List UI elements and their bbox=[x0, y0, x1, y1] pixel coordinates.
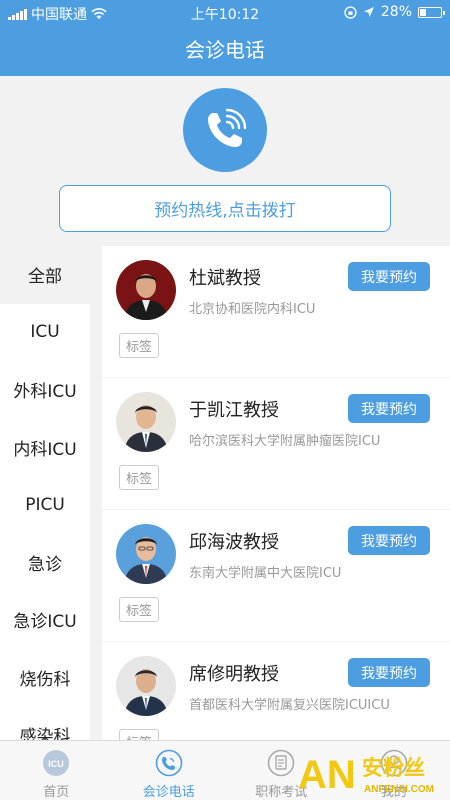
battery-icon bbox=[418, 6, 445, 18]
doctor-name: 杜斌教授 bbox=[189, 268, 261, 289]
doctor-hospital: 北京协和医院内科ICU bbox=[189, 302, 316, 317]
call-button[interactable] bbox=[183, 88, 267, 172]
category-label: PICU bbox=[25, 494, 65, 515]
category-icu[interactable]: ICU bbox=[0, 303, 90, 361]
doctor-hospital: 东南大学附属中大医院ICU bbox=[189, 566, 342, 581]
category-label: 急诊 bbox=[28, 554, 62, 575]
svg-text:安粉丝: 安粉丝 bbox=[362, 756, 425, 780]
doctor-avatar bbox=[116, 656, 176, 716]
reserve-button[interactable]: 我要预约 bbox=[348, 658, 430, 687]
hotline-button[interactable]: 预约热线,点击拨打 bbox=[59, 185, 391, 232]
doctor-card[interactable]: 于凯江教授 哈尔滨医科大学附属肿瘤医院ICU 我要预约 标签 bbox=[102, 378, 450, 509]
category-label: ICU bbox=[30, 322, 60, 343]
reserve-button[interactable]: 我要预约 bbox=[348, 394, 430, 423]
phone-icon bbox=[155, 749, 183, 777]
tab-label: 会诊电话 bbox=[142, 785, 195, 800]
reserve-button[interactable]: 我要预约 bbox=[348, 262, 430, 291]
anfensi-watermark-logo: AN 安粉丝 ANFENSI.COM bbox=[298, 753, 434, 797]
reserve-button[interactable]: 我要预约 bbox=[348, 526, 430, 555]
doctor-tag: 标签 bbox=[119, 729, 160, 740]
tab-consult-phone[interactable]: 会诊电话 bbox=[113, 741, 226, 800]
hotline-section: 预约热线,点击拨打 bbox=[0, 76, 450, 246]
category-label: 外科ICU bbox=[13, 382, 77, 403]
doctor-avatar bbox=[116, 260, 176, 320]
doctor-name: 邱海波教授 bbox=[189, 532, 279, 553]
doctor-name: 于凯江教授 bbox=[189, 400, 279, 421]
category-infectious[interactable]: 感染科 bbox=[0, 706, 90, 740]
status-bar: 中国联通 上午10:12 28% bbox=[0, 0, 450, 26]
doctor-avatar bbox=[116, 392, 176, 452]
doctor-hospital: 哈尔滨医科大学附属肿瘤医院ICU bbox=[189, 434, 381, 449]
doctor-tag: 标签 bbox=[119, 465, 160, 490]
doctor-tag: 标签 bbox=[119, 333, 160, 358]
svg-text:AN: AN bbox=[298, 753, 356, 797]
doctor-card[interactable]: 邱海波教授 东南大学附属中大医院ICU 我要预约 标签 bbox=[102, 510, 450, 641]
category-emergency[interactable]: 急诊 bbox=[0, 533, 90, 591]
svg-text:ICU: ICU bbox=[49, 759, 65, 769]
rotation-lock-icon bbox=[344, 5, 357, 19]
category-picu[interactable]: PICU bbox=[0, 476, 90, 534]
tab-home[interactable]: ICU 首页 bbox=[0, 741, 113, 800]
location-icon bbox=[363, 7, 374, 17]
doctor-tag: 标签 bbox=[119, 597, 160, 622]
category-label: 烧伤科 bbox=[19, 669, 71, 690]
category-label: 全部 bbox=[28, 267, 62, 288]
phone-icon bbox=[208, 108, 247, 147]
category-burns[interactable]: 烧伤科 bbox=[0, 648, 90, 706]
doctor-card[interactable]: 席修明教授 首都医科大学附属复兴医院ICUICU 我要预约 标签 bbox=[102, 642, 450, 740]
doctor-card[interactable]: 杜斌教授 北京协和医院内科ICU 我要预约 标签 bbox=[102, 246, 450, 377]
category-all[interactable]: 全部 bbox=[0, 246, 90, 304]
hotline-label: 预约热线,点击拨打 bbox=[154, 201, 296, 221]
category-sidebar: 全部 ICU 外科ICU 内科ICU PICU 急诊 急诊ICU 烧伤科 感染科 bbox=[0, 246, 90, 740]
category-label: 感染科 bbox=[19, 727, 71, 740]
category-emergency-icu[interactable]: 急诊ICU bbox=[0, 591, 90, 649]
page-title: 会诊电话 bbox=[185, 38, 265, 62]
doctor-avatar bbox=[116, 524, 176, 584]
tab-label: 首页 bbox=[43, 785, 70, 800]
category-surgical-icu[interactable]: 外科ICU bbox=[0, 361, 90, 419]
exam-icon bbox=[267, 749, 295, 777]
doctor-hospital: 首都医科大学附属复兴医院ICUICU bbox=[189, 698, 390, 713]
status-right: 28% bbox=[344, 4, 445, 20]
category-medical-icu[interactable]: 内科ICU bbox=[0, 418, 90, 476]
icu-icon: ICU bbox=[42, 749, 70, 777]
nav-bar: 会诊电话 bbox=[0, 26, 450, 76]
battery-percent: 28% bbox=[380, 4, 412, 20]
category-label: 急诊ICU bbox=[13, 612, 77, 633]
category-label: 内科ICU bbox=[13, 439, 77, 460]
doctor-list: 杜斌教授 北京协和医院内科ICU 我要预约 标签 于凯江教授 哈尔滨医科大学附属… bbox=[102, 246, 450, 740]
doctor-name: 席修明教授 bbox=[189, 664, 279, 685]
svg-text:ANFENSI.COM: ANFENSI.COM bbox=[364, 784, 434, 795]
